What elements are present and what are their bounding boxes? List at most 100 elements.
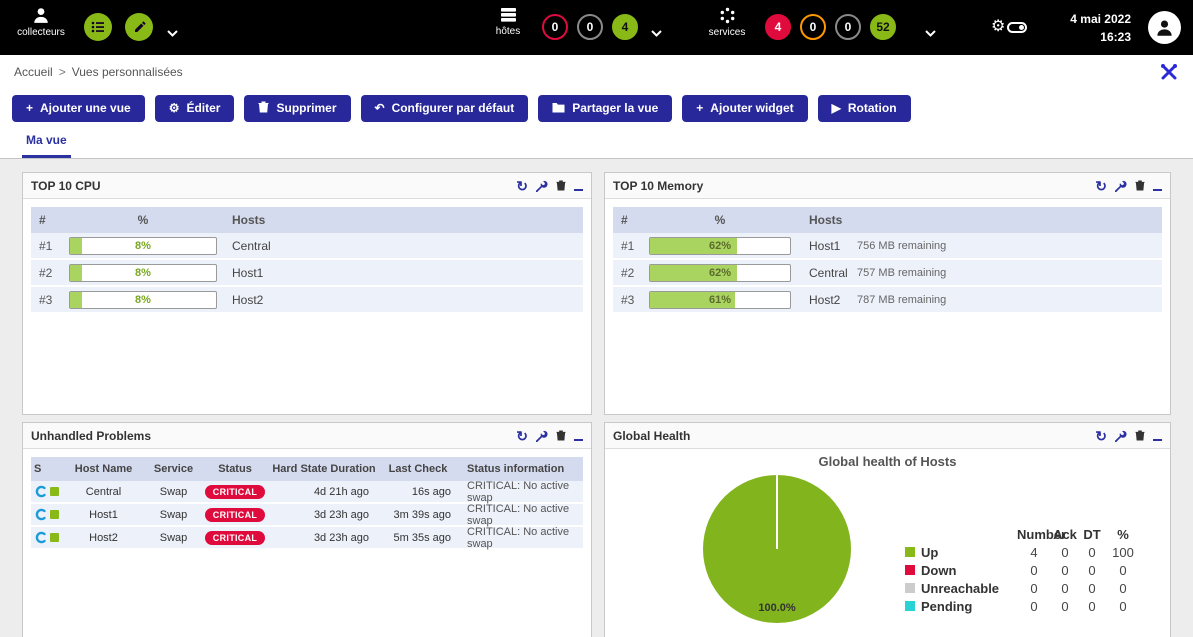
services-critical-badge[interactable]: 4	[765, 14, 791, 40]
services-ok-badge[interactable]: 52	[870, 14, 896, 40]
hosts-menu[interactable]: hôtes	[488, 0, 528, 37]
breadcrumb-home[interactable]: Accueil	[14, 65, 53, 79]
trash-icon[interactable]	[556, 430, 566, 441]
services-menu[interactable]: services	[705, 0, 749, 38]
table-row: #1 8% Central	[31, 233, 583, 260]
legend-dt: 0	[1079, 545, 1105, 560]
edit-view-button[interactable]: ⚙ Éditer	[155, 95, 235, 122]
plus-icon: +	[696, 102, 703, 114]
host-cell[interactable]: Host1	[61, 509, 146, 521]
poller-list-icon[interactable]	[84, 13, 112, 41]
tools-icon[interactable]	[1159, 62, 1179, 82]
widget-header: TOP 10 Memory ↻	[605, 173, 1170, 199]
bar-percent-label: 8%	[69, 264, 217, 282]
undo-arrow-icon: ↶	[375, 102, 385, 114]
widget-top10-memory: TOP 10 Memory ↻ # % Hosts #1 62% Host1	[604, 172, 1171, 415]
services-icon	[719, 7, 736, 24]
widget-top10-cpu: TOP 10 CPU ↻ # % Hosts #1 8% Central	[22, 172, 592, 415]
tab-ma-vue[interactable]: Ma vue	[22, 133, 71, 158]
export-config-icon[interactable]	[125, 13, 153, 41]
delete-view-button[interactable]: Supprimer	[244, 95, 350, 122]
hosts-unreachable-badge[interactable]: 0	[577, 14, 603, 40]
centreon-logo-icon[interactable]	[34, 531, 47, 544]
settings-toggle-icon[interactable]: ⚙	[991, 19, 1027, 35]
chevron-down-icon[interactable]	[651, 24, 662, 42]
legend-text: Up	[921, 545, 938, 560]
add-view-button[interactable]: + Ajouter une vue	[12, 95, 145, 122]
add-view-label: Ajouter une vue	[40, 101, 131, 115]
centreon-logo-icon[interactable]	[34, 508, 47, 521]
state-cell	[31, 485, 61, 498]
time-label: 16:23	[1051, 28, 1131, 46]
host-cell: Host1	[809, 239, 857, 253]
minimize-icon[interactable]	[574, 439, 583, 441]
minimize-icon[interactable]	[1153, 439, 1162, 441]
top-bar: collecteurs hôtes 0 0 4	[0, 0, 1193, 55]
hosts-icon	[500, 7, 517, 23]
hosts-up-badge[interactable]: 4	[612, 14, 638, 40]
up-swatch-icon	[905, 547, 915, 557]
service-cell[interactable]: Swap	[146, 532, 201, 544]
cpu-usage-bar: 8%	[69, 264, 217, 282]
minimize-icon[interactable]	[1153, 189, 1162, 191]
widget-title: TOP 10 CPU	[31, 179, 101, 193]
refresh-icon[interactable]: ↻	[516, 179, 528, 193]
user-avatar[interactable]	[1148, 11, 1181, 44]
hosts-down-badge[interactable]: 0	[542, 14, 568, 40]
widget-title: TOP 10 Memory	[613, 179, 703, 193]
host-cell[interactable]: Host2	[61, 532, 146, 544]
legend-number: 0	[1017, 563, 1051, 578]
services-warning-badge[interactable]: 0	[800, 14, 826, 40]
share-view-button[interactable]: Partager la vue	[538, 95, 672, 122]
wrench-icon[interactable]	[536, 180, 548, 192]
wrench-icon[interactable]	[536, 430, 548, 442]
trash-icon[interactable]	[1135, 430, 1145, 441]
trash-icon[interactable]	[556, 180, 566, 191]
bar-percent-label: 62%	[649, 264, 791, 282]
legend-dt: 0	[1079, 581, 1105, 596]
delete-view-label: Supprimer	[276, 101, 336, 115]
widget-title: Unhandled Problems	[31, 429, 151, 443]
chevron-down-icon[interactable]	[925, 24, 936, 42]
service-cell[interactable]: Swap	[146, 509, 201, 521]
ack-header: Ack	[1051, 527, 1079, 542]
wrench-icon[interactable]	[1115, 430, 1127, 442]
legend-label: Pending	[905, 599, 1017, 614]
lastcheck-cell: 5m 35s ago	[379, 532, 457, 544]
chevron-down-icon[interactable]	[167, 24, 178, 42]
plus-icon: +	[26, 102, 33, 114]
host-cell[interactable]: Central	[61, 486, 146, 498]
legend-label: Down	[905, 563, 1017, 578]
cpu-usage-bar: 8%	[69, 291, 217, 309]
table-header: # % Hosts	[31, 207, 583, 233]
down-swatch-icon	[905, 565, 915, 575]
status-badge: CRITICAL	[205, 531, 265, 545]
legend-text: Down	[921, 563, 956, 578]
set-default-button[interactable]: ↶ Configurer par défaut	[361, 95, 529, 122]
breadcrumb: Accueil > Vues personnalisées	[0, 55, 1193, 88]
status-badge: CRITICAL	[205, 485, 265, 499]
refresh-icon[interactable]: ↻	[1095, 179, 1107, 193]
trash-icon[interactable]	[1135, 180, 1145, 191]
refresh-icon[interactable]: ↻	[516, 429, 528, 443]
list-icon	[90, 19, 106, 35]
state-cell	[31, 508, 61, 521]
widget-actions: ↻	[516, 429, 583, 443]
centreon-logo-icon[interactable]	[34, 485, 47, 498]
view-tabs: Ma vue	[0, 128, 1193, 159]
widgets-grid: TOP 10 CPU ↻ # % Hosts #1 8% Central	[0, 159, 1193, 637]
legend-dt: 0	[1079, 563, 1105, 578]
minimize-icon[interactable]	[574, 189, 583, 191]
collecteurs-menu[interactable]: collecteurs	[12, 0, 70, 38]
rank-cell: #3	[613, 293, 649, 307]
rotation-button[interactable]: ▶ Rotation	[818, 95, 911, 122]
services-unknown-badge[interactable]: 0	[835, 14, 861, 40]
hosts-health-pie-chart: 100.0%	[703, 475, 851, 623]
legend-percent: 0	[1105, 599, 1141, 614]
wrench-icon[interactable]	[1115, 180, 1127, 192]
refresh-icon[interactable]: ↻	[1095, 429, 1107, 443]
legend-number: 4	[1017, 545, 1051, 560]
add-widget-button[interactable]: + Ajouter widget	[682, 95, 807, 122]
service-cell[interactable]: Swap	[146, 486, 201, 498]
gear-icon: ⚙	[169, 102, 180, 114]
